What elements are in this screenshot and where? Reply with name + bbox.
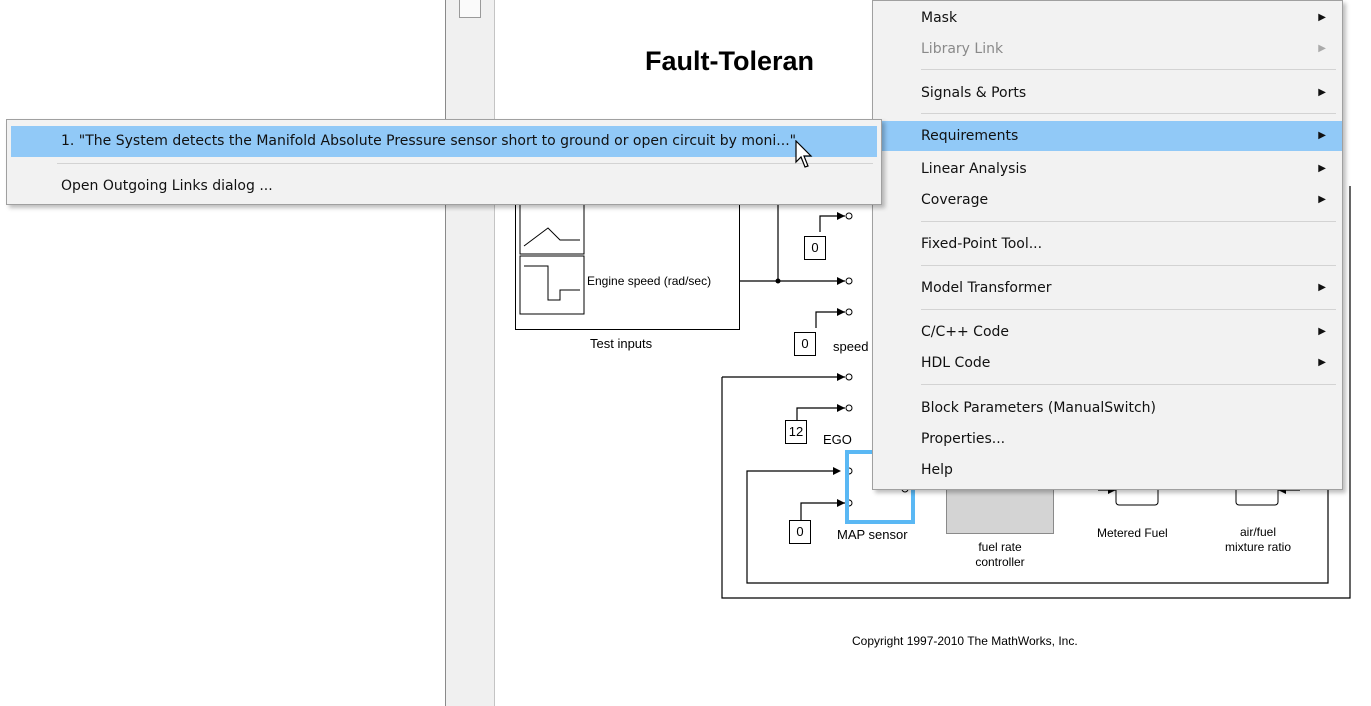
constant-block-ego[interactable]: 12 (785, 420, 807, 444)
menu-separator (921, 69, 1336, 70)
menu-separator (921, 384, 1336, 385)
map-sensor-label: MAP sensor (837, 527, 908, 542)
menu-item-mask[interactable]: Mask ▶ (873, 3, 1342, 33)
block-palette (445, 0, 495, 706)
menu-separator (921, 113, 1336, 114)
menu-item-label: Help (921, 462, 953, 478)
engine-speed-label: Engine speed (rad/sec) (587, 274, 712, 288)
requirement-link-label: 1. "The System detects the Manifold Abso… (61, 133, 797, 149)
submenu-arrow-icon: ▶ (1318, 282, 1326, 293)
menu-item-label: Fixed-Point Tool... (921, 236, 1043, 252)
menu-item-help[interactable]: Help (873, 455, 1342, 485)
menu-item-label: Block Parameters (ManualSwitch) (921, 400, 1156, 416)
menu-item-label: Coverage (921, 192, 989, 208)
constant-block-speed[interactable]: 0 (794, 332, 816, 356)
submenu-arrow-icon: ▶ (1318, 163, 1326, 174)
test-inputs-block[interactable] (515, 196, 740, 330)
metered-fuel-label: Metered Fuel (1097, 526, 1168, 540)
copyright-text: Copyright 1997-2010 The MathWorks, Inc. (852, 634, 1078, 648)
menu-item-block-parameters[interactable]: Block Parameters (ManualSwitch) (873, 393, 1342, 423)
requirement-link-item[interactable]: 1. "The System detects the Manifold Abso… (11, 126, 877, 157)
mouse-cursor-icon (795, 140, 813, 168)
menu-item-library-link: Library Link ▶ (873, 34, 1342, 64)
menu-item-c-cpp-code[interactable]: C/C++ Code ▶ (873, 317, 1342, 347)
submenu-arrow-icon: ▶ (1318, 12, 1326, 23)
menu-item-label: Library Link (921, 41, 1004, 57)
menu-item-label: Linear Analysis (921, 161, 1027, 177)
menu-separator (57, 163, 873, 164)
menu-item-label: HDL Code (921, 355, 991, 371)
requirements-submenu: 1. "The System detects the Manifold Abso… (6, 119, 882, 205)
menu-item-label: Model Transformer (921, 280, 1052, 296)
menu-item-label: Requirements (921, 128, 1019, 144)
menu-item-fixed-point-tool[interactable]: Fixed-Point Tool... (873, 229, 1342, 259)
menu-item-coverage[interactable]: Coverage ▶ (873, 185, 1342, 215)
block-context-menu: Mask ▶ Library Link ▶ Signals & Ports ▶ Req… (872, 0, 1343, 490)
open-outgoing-links-label: Open Outgoing Links dialog ... (61, 178, 273, 194)
menu-separator (921, 265, 1336, 266)
submenu-arrow-icon: ▶ (1318, 326, 1326, 337)
submenu-arrow-icon: ▶ (1318, 357, 1326, 368)
menu-item-label: C/C++ Code (921, 324, 1010, 340)
air-fuel-label: air/fuel mixture ratio (1224, 525, 1292, 554)
menu-item-label: Signals & Ports (921, 85, 1027, 101)
open-outgoing-links-item[interactable]: Open Outgoing Links dialog ... (11, 171, 877, 202)
menu-separator (921, 221, 1336, 222)
speed-label: speed (833, 339, 869, 354)
fuel-rate-controller-label: fuel rate controller (975, 540, 1025, 569)
menu-item-label: Mask (921, 10, 958, 26)
menu-item-model-transformer[interactable]: Model Transformer ▶ (873, 273, 1342, 303)
constant-block-map[interactable]: 0 (789, 520, 811, 544)
submenu-arrow-icon: ▶ (1318, 43, 1326, 54)
menu-item-signals-ports[interactable]: Signals & Ports ▶ (873, 78, 1342, 108)
test-inputs-label: Test inputs (590, 336, 653, 351)
constant-block-top[interactable]: 0 (804, 236, 826, 260)
submenu-arrow-icon: ▶ (1318, 194, 1326, 205)
ego-label: EGO (823, 432, 852, 447)
menu-item-linear-analysis[interactable]: Linear Analysis ▶ (873, 154, 1342, 184)
menu-separator (921, 309, 1336, 310)
menu-item-requirements[interactable]: Requirements ▶ (873, 121, 1342, 151)
palette-button[interactable] (459, 0, 481, 18)
submenu-arrow-icon: ▶ (1318, 130, 1326, 141)
desktop-background (0, 0, 445, 706)
submenu-arrow-icon: ▶ (1318, 87, 1326, 98)
menu-item-hdl-code[interactable]: HDL Code ▶ (873, 348, 1342, 378)
menu-item-properties[interactable]: Properties... (873, 424, 1342, 454)
menu-item-label: Properties... (921, 431, 1006, 447)
